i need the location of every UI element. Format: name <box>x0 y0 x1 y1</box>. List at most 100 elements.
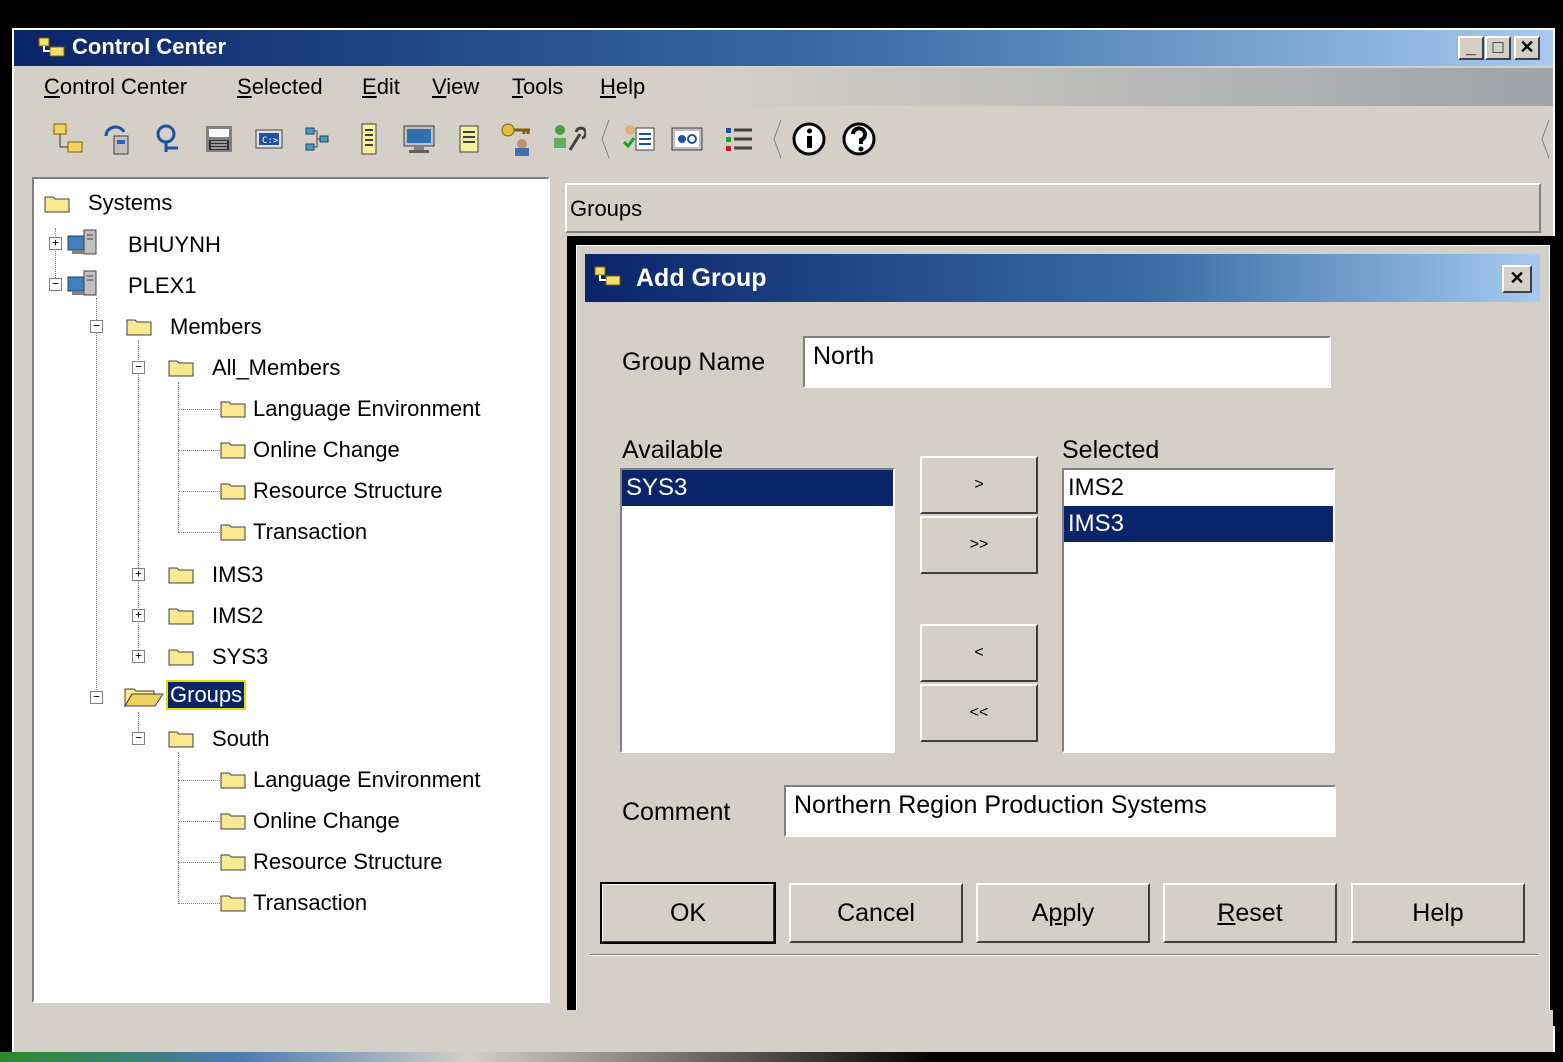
tree-node-groups[interactable]: Groups <box>165 680 247 710</box>
tree-node-plex1[interactable]: PLEX1 <box>128 273 197 299</box>
folder-icon <box>168 649 194 666</box>
tree-node-transaction[interactable]: Transaction <box>253 890 367 916</box>
title-bar[interactable] <box>14 30 1553 66</box>
command-center-icon[interactable] <box>200 120 238 158</box>
list-item[interactable]: SYS3 <box>622 470 893 506</box>
tree-node-transaction[interactable]: Transaction <box>253 519 367 545</box>
app-icon <box>38 37 65 57</box>
folder-icon <box>220 442 246 459</box>
remove-all-button[interactable]: << <box>920 684 1038 742</box>
menu-mnemonic: V <box>432 74 447 99</box>
cancel-button[interactable]: Cancel <box>789 883 963 943</box>
expand-icon[interactable]: + <box>132 568 145 581</box>
tree-node-members[interactable]: Members <box>170 314 262 340</box>
tree-node-language-environment[interactable]: Language Environment <box>253 396 481 422</box>
tree-node-ims2[interactable]: IMS2 <box>212 603 263 629</box>
search-icon[interactable] <box>150 120 188 158</box>
task-center-icon[interactable] <box>620 120 658 158</box>
object-tree-icon[interactable] <box>50 120 88 158</box>
tree-guide <box>178 821 220 822</box>
tree-node-sys3[interactable]: SYS3 <box>212 644 268 670</box>
monitor-icon[interactable] <box>400 120 438 158</box>
available-label: Available <box>622 436 724 464</box>
folder-icon <box>126 319 152 336</box>
collapse-icon[interactable]: − <box>90 691 103 704</box>
tree-node-online-change[interactable]: Online Change <box>253 808 400 834</box>
selected-label: Selected <box>1062 436 1160 464</box>
desktop-strip <box>0 1052 1563 1062</box>
folder-icon <box>220 483 246 500</box>
folder-icon <box>220 524 246 541</box>
menu-label: ontrol Center <box>59 74 188 99</box>
menu-help[interactable]: Help <box>600 74 645 100</box>
tree-node-south[interactable]: South <box>212 726 270 752</box>
object-tree-pane[interactable] <box>32 177 550 1003</box>
help-button[interactable]: Help <box>1351 883 1525 943</box>
tree-node-systems[interactable]: Systems <box>88 190 172 216</box>
toolbar <box>14 110 1553 170</box>
add-all-button[interactable]: >> <box>920 516 1038 574</box>
help-icon[interactable] <box>840 120 878 158</box>
tree-node-all-members[interactable]: All_Members <box>212 355 340 381</box>
notes-icon[interactable] <box>450 120 488 158</box>
list-icon[interactable] <box>720 120 758 158</box>
menu-view[interactable]: View <box>432 74 479 100</box>
minimize-button[interactable]: _ <box>1458 36 1484 60</box>
tree-guide <box>96 298 97 698</box>
dashboard-icon[interactable] <box>668 120 706 158</box>
tree-node-bhuynh[interactable]: BHUYNH <box>128 232 221 258</box>
reset-button[interactable]: Reset <box>1163 883 1337 943</box>
expand-icon[interactable]: + <box>132 609 145 622</box>
tree-guide <box>178 532 220 533</box>
collapse-icon[interactable]: − <box>132 361 145 374</box>
collapse-icon[interactable]: − <box>132 732 145 745</box>
server-icon <box>67 270 97 296</box>
comment-field[interactable]: Northern Region Production Systems <box>784 785 1336 837</box>
folder-icon <box>168 608 194 625</box>
folder-icon <box>220 854 246 871</box>
info-icon[interactable] <box>790 120 828 158</box>
selected-list[interactable]: IMS2 IMS3 <box>1062 468 1335 753</box>
menu-selected[interactable]: Selected <box>237 74 323 100</box>
expand-icon[interactable]: + <box>132 650 145 663</box>
menu-tools[interactable]: Tools <box>512 74 563 100</box>
folder-icon <box>168 731 194 748</box>
journal-icon[interactable] <box>350 120 388 158</box>
tree-node-resource-structure[interactable]: Resource Structure <box>253 478 443 504</box>
tree-node-ims3[interactable]: IMS3 <box>212 562 263 588</box>
toolbar-separator <box>773 119 782 159</box>
maximize-button[interactable]: □ <box>1485 36 1511 60</box>
folder-icon <box>220 401 246 418</box>
available-list[interactable]: SYS3 <box>620 468 895 753</box>
menu-edit[interactable]: Edit <box>362 74 400 100</box>
collapse-icon[interactable]: − <box>90 320 103 333</box>
list-item[interactable]: IMS2 <box>1064 470 1333 506</box>
tree-node-language-environment[interactable]: Language Environment <box>253 767 481 793</box>
ok-button[interactable]: OK <box>600 882 776 944</box>
menu-label: dit <box>376 74 400 99</box>
collapse-icon[interactable]: − <box>49 278 62 291</box>
command-window-icon[interactable]: C:> <box>250 120 288 158</box>
tools-icon[interactable] <box>548 120 586 158</box>
add-button[interactable]: > <box>920 456 1038 514</box>
svg-text:C:>: C:> <box>262 136 279 146</box>
apply-button[interactable]: Apply <box>976 883 1150 943</box>
replication-icon[interactable] <box>100 120 138 158</box>
close-button[interactable]: ✕ <box>1514 36 1540 60</box>
tree-node-online-change[interactable]: Online Change <box>253 437 400 463</box>
dialog-close-button[interactable]: ✕ <box>1502 265 1532 293</box>
expand-icon[interactable]: + <box>49 237 62 250</box>
remove-button[interactable]: < <box>920 624 1038 682</box>
tree-guide <box>178 862 220 863</box>
list-item[interactable]: IMS3 <box>1064 506 1333 542</box>
tree-guide <box>178 382 179 532</box>
network-icon[interactable] <box>298 120 336 158</box>
menu-label: elp <box>615 74 646 99</box>
menu-control-center[interactable]: Control Center <box>44 74 187 100</box>
key-users-icon[interactable] <box>498 120 536 158</box>
tree-node-resource-structure[interactable]: Resource Structure <box>253 849 443 875</box>
tree-guide <box>178 409 220 410</box>
content-header-label: Groups <box>570 196 643 221</box>
dialog-divider <box>590 954 1538 956</box>
group-name-field[interactable]: North <box>803 336 1331 388</box>
